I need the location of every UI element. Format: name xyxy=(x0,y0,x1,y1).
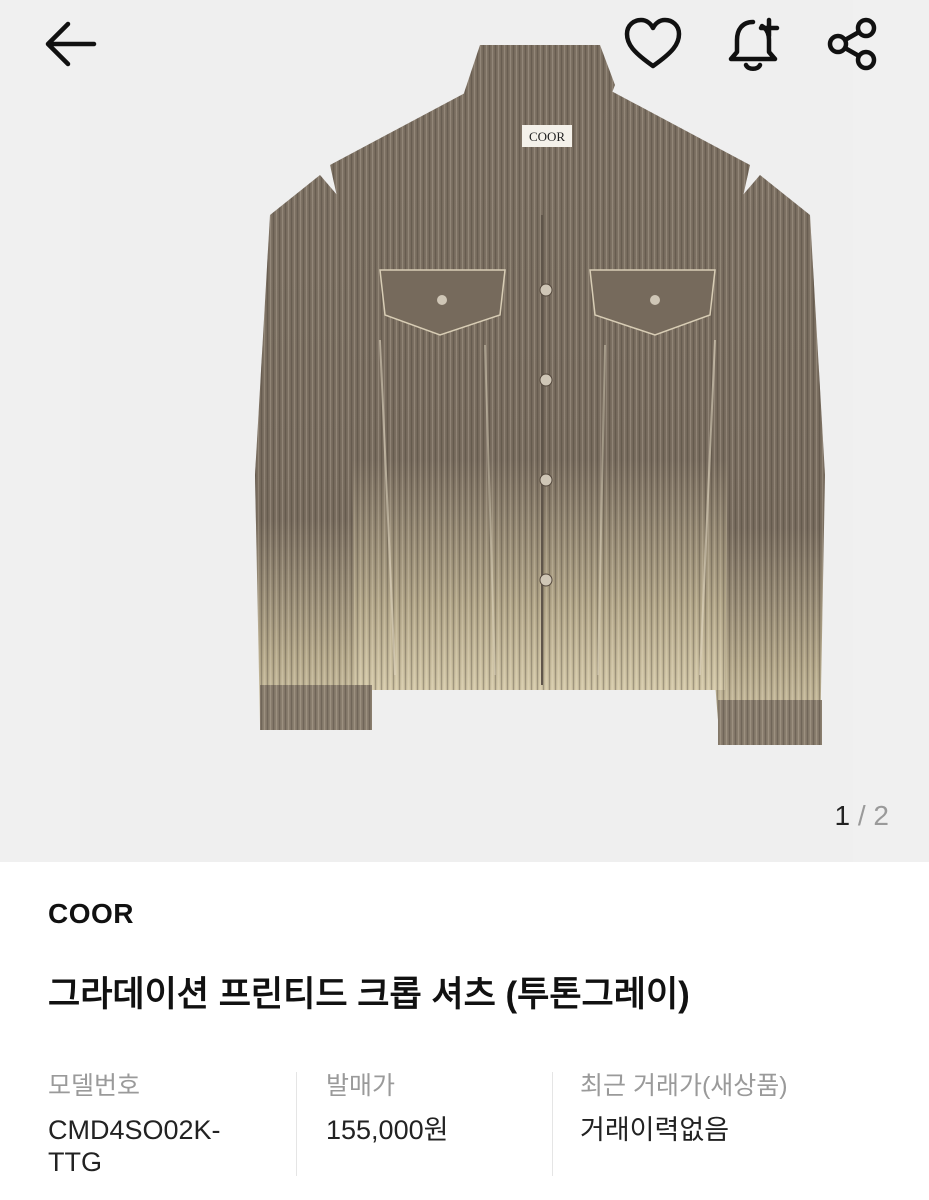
product-image-gallery[interactable]: COOR 1 / 2 xyxy=(0,0,929,862)
heart-icon xyxy=(624,17,682,69)
spec-recent-price: 최근 거래가(새상품) 거래이력없음 xyxy=(580,1066,788,1146)
alert-button[interactable] xyxy=(723,14,783,74)
bell-plus-icon xyxy=(728,17,780,71)
counter-separator: / xyxy=(857,800,866,831)
image-page-counter: 1 / 2 xyxy=(835,800,890,832)
spec-value: 거래이력없음 xyxy=(580,1115,730,1145)
arrow-left-icon xyxy=(45,21,97,67)
spec-release-price: 발매가 155,000원 xyxy=(326,1066,448,1146)
product-specs: 모델번호 CMD4SO02K- TTG 발매가 155,000원 최근 거래가(… xyxy=(0,1066,929,1196)
spec-value: CMD4SO02K- TTG xyxy=(48,1115,221,1177)
jacket-label-text: COOR xyxy=(529,129,565,144)
share-icon xyxy=(827,17,877,71)
counter-total: 2 xyxy=(873,800,889,831)
back-button[interactable] xyxy=(40,14,100,74)
spec-label: 모델번호 xyxy=(48,1072,141,1100)
share-button[interactable] xyxy=(822,14,882,74)
jacket-image: COOR xyxy=(255,45,825,745)
counter-current: 1 xyxy=(834,800,851,831)
like-button[interactable] xyxy=(623,14,683,74)
spec-value: 155,000원 xyxy=(326,1115,449,1145)
top-navigation-bar xyxy=(0,0,929,90)
spec-label: 최근 거래가(새상품) xyxy=(580,1072,788,1100)
spec-divider xyxy=(552,1072,553,1176)
spec-label: 발매가 xyxy=(326,1072,396,1100)
spec-model-number: 모델번호 CMD4SO02K- TTG xyxy=(48,1066,221,1178)
spec-divider xyxy=(296,1072,297,1176)
brand-name[interactable]: COOR xyxy=(48,898,134,930)
product-title: 그라데이션 프린티드 크롭 셔츠 (투톤그레이) xyxy=(48,975,690,1014)
product-image[interactable]: COOR xyxy=(80,0,853,862)
